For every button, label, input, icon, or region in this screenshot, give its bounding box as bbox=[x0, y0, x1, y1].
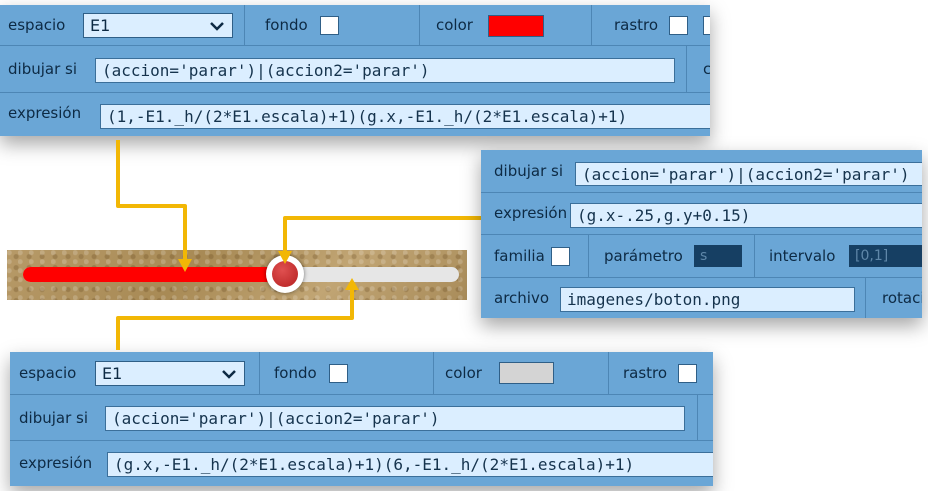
intervalo-input[interactable]: [0,1] bbox=[849, 245, 922, 267]
right-row-archivo: archivo imagenes/boton.png rotaci bbox=[481, 278, 922, 318]
familia-checkbox[interactable] bbox=[551, 246, 570, 266]
right-config-panel: dibujar si (accion='parar')|(accion2='pa… bbox=[481, 150, 922, 318]
intervalo-label: intervalo bbox=[769, 247, 836, 265]
right-row-dibujar: dibujar si (accion='parar')|(accion2='pa… bbox=[481, 150, 922, 193]
connector-bottom-to-track bbox=[116, 288, 354, 350]
parametro-cell: parámetro s bbox=[589, 235, 755, 277]
right-expresion-label: expresión bbox=[494, 204, 568, 222]
right-dibujar-input[interactable]: (accion='parar')|(accion2='parar') bbox=[575, 162, 922, 186]
archivo-cell: archivo imagenes/boton.png bbox=[481, 278, 866, 318]
archivo-input[interactable]: imagenes/boton.png bbox=[560, 287, 855, 312]
parametro-label: parámetro bbox=[604, 247, 683, 265]
right-expresion-input[interactable]: (g.x-.25,g.y+0.15) bbox=[570, 203, 922, 228]
rotacion-label: rotaci bbox=[882, 289, 922, 307]
archivo-label: archivo bbox=[494, 289, 550, 307]
arrowhead-down-fill bbox=[178, 259, 192, 272]
connector-top-to-fill bbox=[116, 140, 187, 262]
parametro-input[interactable]: s bbox=[694, 245, 742, 267]
familia-label: familia bbox=[494, 247, 545, 265]
right-row-expresion: expresión (g.x-.25,g.y+0.15) bbox=[481, 193, 922, 235]
intervalo-cell: intervalo [0,1] bbox=[755, 235, 922, 277]
arrowhead-down-knob bbox=[278, 251, 292, 264]
right-dibujar-label: dibujar si bbox=[494, 162, 563, 180]
right-row-familia: familia parámetro s intervalo [0,1] bbox=[481, 235, 922, 278]
arrowhead-up-track bbox=[345, 278, 359, 290]
familia-cell: familia bbox=[481, 235, 589, 277]
connector-right-to-knob bbox=[283, 216, 483, 253]
rotacion-cell: rotaci bbox=[866, 278, 922, 318]
